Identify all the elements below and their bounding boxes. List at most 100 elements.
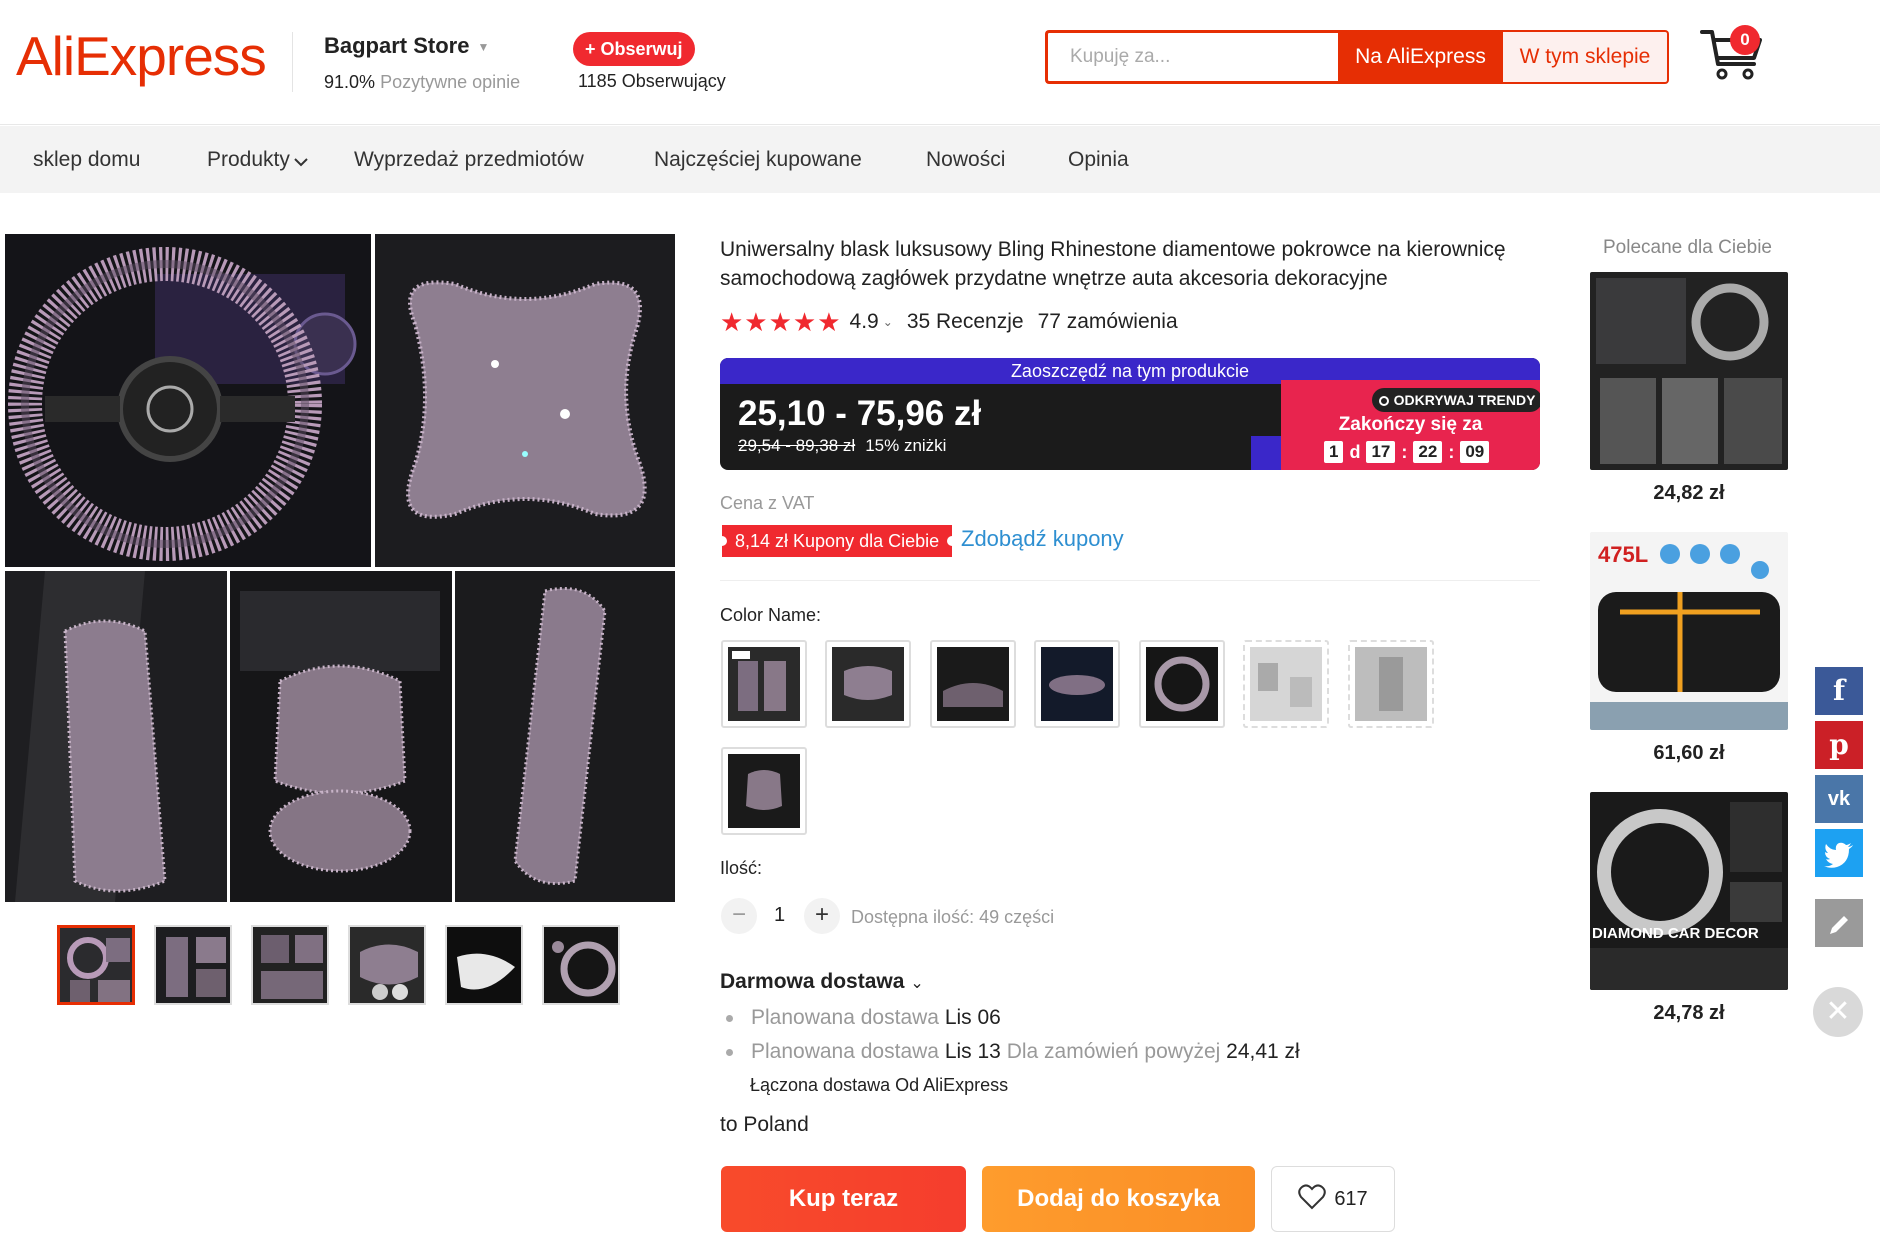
- timer-minutes: 22: [1413, 441, 1443, 463]
- recommended-price: 24,78 zł: [1653, 1002, 1725, 1024]
- quantity-available: Dostępna ilość: 49 części: [851, 907, 1055, 927]
- add-to-cart-button[interactable]: Dodaj do koszyka: [982, 1166, 1255, 1232]
- delivery-date: Lis 13: [944, 1040, 1001, 1063]
- image-armrest-cover: [455, 571, 675, 902]
- search-store-button[interactable]: W tym sklepie: [1503, 30, 1669, 84]
- positive-label: Pozytywne opinie: [380, 72, 521, 92]
- get-coupons-link[interactable]: Zdobądź kupony: [961, 526, 1124, 552]
- aliexpress-logo[interactable]: AliExpress: [16, 24, 267, 88]
- color-label: Color Name:: [720, 605, 822, 625]
- header: AliExpress Bagpart Store ▼ 91.0% Pozytywn…: [0, 0, 1880, 125]
- nav-products-label[interactable]: Produkty: [207, 148, 290, 171]
- ship-to-country[interactable]: Poland: [743, 1113, 808, 1136]
- thumbnail[interactable]: [348, 925, 426, 1005]
- wishlist-button[interactable]: 617: [1271, 1166, 1395, 1232]
- close-icon[interactable]: ✕: [1813, 987, 1863, 1037]
- twitter-icon[interactable]: [1815, 829, 1863, 877]
- timer-hours: 17: [1366, 441, 1396, 463]
- search-box: [1045, 30, 1339, 84]
- nav-sale[interactable]: Wyprzedaż przedmiotów: [354, 126, 584, 193]
- reviews-count[interactable]: 35 Recenzje: [907, 310, 1024, 334]
- edit-icon[interactable]: [1815, 899, 1863, 947]
- chevron-down-icon[interactable]: ⌄: [910, 975, 923, 992]
- shipping-option: Planowana dostawa Lis 06: [726, 1006, 1001, 1030]
- nav-products[interactable]: Produkty: [207, 126, 308, 193]
- quantity-value[interactable]: 1: [774, 904, 785, 927]
- thumbnail[interactable]: [57, 925, 135, 1005]
- star-rating-icon: ★★★★★: [720, 306, 842, 337]
- color-swatch[interactable]: [1034, 640, 1120, 728]
- image-gear-knob: [230, 571, 452, 902]
- cart-count-badge: 0: [1730, 25, 1760, 55]
- recommended-product-image[interactable]: DIAMOND CAR DECOR: [1590, 792, 1788, 990]
- search-input[interactable]: [1048, 33, 1339, 81]
- timer-separator: :: [1448, 441, 1455, 462]
- color-swatch[interactable]: [721, 640, 807, 728]
- caret-down-icon[interactable]: ▼: [477, 40, 489, 54]
- countdown-timer: 1 d 17 : 22 : 09: [1324, 440, 1490, 464]
- nav-new[interactable]: Nowości: [926, 126, 1005, 193]
- delivery-date: Lis 06: [944, 1006, 1001, 1029]
- ends-label: Zakończy się za: [1338, 414, 1483, 435]
- thumbnail[interactable]: [542, 925, 620, 1005]
- recommended-price: 24,82 zł: [1653, 482, 1725, 504]
- bullet-icon: [726, 1014, 733, 1022]
- color-swatch[interactable]: [721, 747, 807, 835]
- color-swatch-unavailable[interactable]: [1348, 640, 1434, 728]
- timer-seconds: 09: [1460, 441, 1490, 463]
- coupon-tag[interactable]: 8,14 zł Kupony dla Ciebie: [716, 525, 958, 557]
- search-aliexpress-button[interactable]: Na AliExpress: [1338, 30, 1503, 84]
- store-name-text[interactable]: Bagpart Store: [324, 33, 469, 58]
- chevron-down-icon[interactable]: ⌄: [883, 315, 893, 329]
- facebook-icon[interactable]: f: [1815, 667, 1863, 715]
- color-swatch[interactable]: [1139, 640, 1225, 728]
- color-swatch[interactable]: [825, 640, 911, 728]
- pinterest-icon[interactable]: p: [1815, 721, 1863, 769]
- quantity-increase-button[interactable]: +: [804, 898, 840, 934]
- recommended-product-image[interactable]: [1590, 272, 1788, 470]
- recommended-tag: 475L: [1598, 542, 1648, 567]
- image-neck-pillow: [375, 234, 675, 567]
- image-seatbelt-cover: [5, 571, 227, 902]
- delivery-threshold: 24,41 zł: [1226, 1040, 1300, 1063]
- thumbnail[interactable]: [154, 925, 232, 1005]
- delivery-label: Planowana dostawa: [751, 1040, 939, 1063]
- nav-bestsellers[interactable]: Najczęściej kupowane: [654, 126, 862, 193]
- followers-count: 1185: [578, 71, 617, 91]
- chevron-down-icon[interactable]: [294, 157, 308, 167]
- recommended-tag: DIAMOND CAR DECOR: [1592, 925, 1759, 942]
- product-main-image[interactable]: [5, 234, 675, 902]
- trend-badge: ODKRYWAJ TRENDY: [1372, 388, 1540, 412]
- timer-days: 1: [1324, 441, 1344, 463]
- store-nav: sklep domu Produkty Wyprzedaż przedmiotó…: [0, 126, 1880, 193]
- thumbnail[interactable]: [445, 925, 523, 1005]
- wishlist-count: 617: [1334, 1188, 1368, 1210]
- thumbnail[interactable]: [251, 925, 329, 1005]
- buy-now-button[interactable]: Kup teraz: [721, 1166, 966, 1232]
- timer-separator: :: [1401, 441, 1408, 462]
- rating-value[interactable]: 4.9: [850, 310, 879, 334]
- ship-to[interactable]: to Poland: [720, 1113, 809, 1137]
- orders-count: 77 zamówienia: [1037, 310, 1178, 333]
- nav-store-home[interactable]: sklep domu: [33, 126, 140, 193]
- color-swatch-unavailable[interactable]: [1243, 640, 1329, 728]
- recommended-product-image[interactable]: 475L: [1590, 532, 1788, 730]
- header-divider: [292, 32, 293, 92]
- nav-feedback[interactable]: Opinia: [1068, 126, 1129, 193]
- store-rating: 91.0% Pozytywne opinie: [324, 72, 520, 93]
- price-original: 29,54 - 89,38 zł 15% zniżki: [738, 436, 946, 456]
- shipping-title[interactable]: Darmowa dostawa ⌄: [720, 970, 924, 994]
- rating-row: ★★★★★ 4.9 ⌄ 35 Recenzje 77 zamówienia: [720, 306, 1178, 337]
- store-name[interactable]: Bagpart Store ▼: [324, 33, 489, 59]
- old-price: 29,54 - 89,38 zł: [738, 436, 856, 455]
- shipping-option: Planowana dostawa Lis 13 Dla zamówień po…: [726, 1040, 1300, 1064]
- divider: [720, 580, 1540, 581]
- vk-icon[interactable]: vk: [1815, 775, 1863, 823]
- color-swatch[interactable]: [930, 640, 1016, 728]
- followers: 1185 Obserwujący: [578, 71, 726, 92]
- recommended-price: 61,60 zł: [1653, 742, 1725, 764]
- quantity-decrease-button[interactable]: −: [721, 898, 757, 934]
- follow-button[interactable]: + Obserwuj: [573, 32, 695, 66]
- heart-icon[interactable]: [1298, 1184, 1327, 1210]
- shipping-title-label[interactable]: Darmowa dostawa: [720, 970, 904, 993]
